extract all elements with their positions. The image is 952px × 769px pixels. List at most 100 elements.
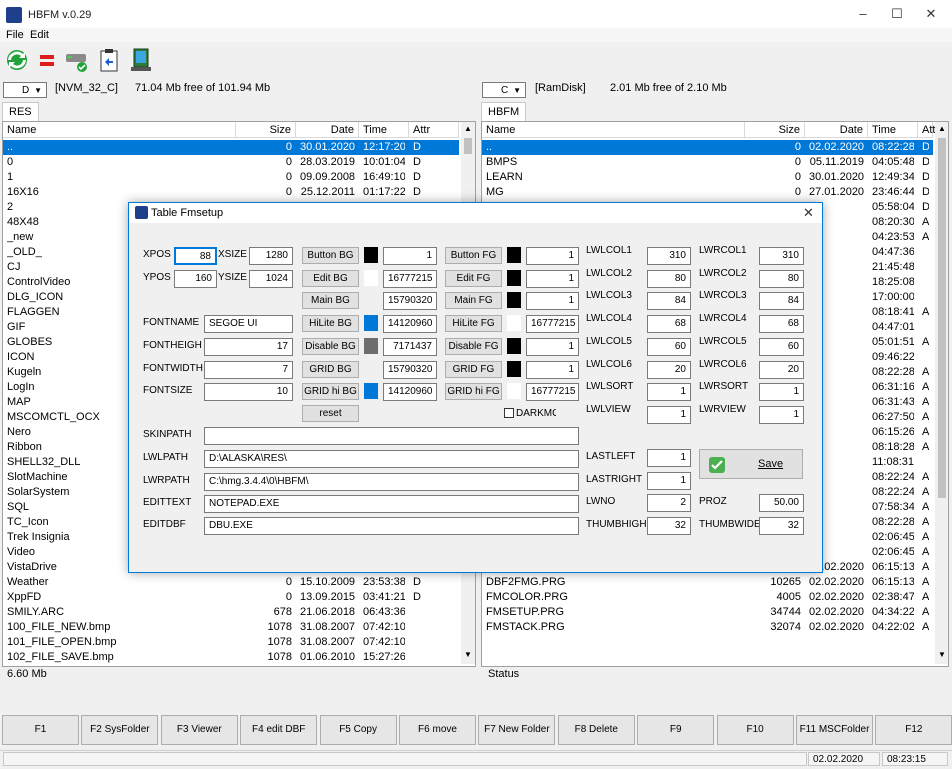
thumbhigh-field[interactable]: 32	[647, 517, 691, 535]
disable-fg-button[interactable]: Disable FG	[445, 337, 502, 355]
table-row[interactable]: FMCOLOR.PRG 4005 02.02.2020 02:38:47 A	[482, 590, 933, 605]
lwl-field-6[interactable]: 20	[647, 360, 691, 379]
right-attr-col-header[interactable]: Attr	[918, 122, 939, 138]
edit-fg-button[interactable]: Edit FG	[445, 269, 502, 287]
main-bg-field[interactable]: 15790320	[383, 292, 437, 311]
f8-delete-button[interactable]: F8 Delete	[557, 715, 635, 745]
right-time-col-header[interactable]: Time	[868, 122, 918, 138]
edit-bg-field[interactable]: 16777215	[383, 269, 437, 288]
f3-viewer-button[interactable]: F3 Viewer	[160, 715, 238, 745]
lwl-field-5[interactable]: 60	[647, 337, 691, 356]
lwno-field[interactable]: 2	[647, 494, 691, 512]
lwl-field-1[interactable]: 310	[647, 247, 691, 265]
right-date-col-header[interactable]: Date	[805, 122, 868, 138]
hilite-bg-field[interactable]: 14120960	[383, 315, 437, 334]
lastright-field[interactable]: 1	[647, 472, 691, 490]
computer-icon[interactable]	[128, 46, 154, 74]
edittext-field[interactable]: NOTEPAD.EXE	[204, 495, 579, 513]
refresh-icon[interactable]	[4, 46, 30, 74]
lwr-field-7[interactable]: 1	[759, 383, 804, 402]
left-name-col-header[interactable]: Name	[3, 122, 236, 138]
grid-bg-button[interactable]: GRID BG	[302, 360, 359, 378]
table-row[interactable]: FMSETUP.PRG 34744 02.02.2020 04:34:22 A	[482, 605, 933, 620]
table-row[interactable]: .. 0 30.01.2020 12:17:20 D	[3, 140, 459, 155]
menu-edit[interactable]: Edit	[30, 28, 49, 42]
equal-icon[interactable]	[34, 46, 60, 74]
reset-button[interactable]: reset	[302, 405, 359, 422]
f9-button[interactable]: F9	[637, 715, 715, 745]
f5-copy-button[interactable]: F5 Copy	[319, 715, 397, 745]
lwr-field-1[interactable]: 310	[759, 247, 804, 265]
proz-field[interactable]: 50.00	[759, 494, 804, 512]
darkmode-checkbox[interactable]	[504, 408, 514, 418]
right-vertical-scrollbar[interactable]: ▲ ▼	[935, 122, 948, 664]
main-fg-button[interactable]: Main FG	[445, 292, 502, 310]
table-row[interactable]: 100_FILE_NEW.bmp 1078 31.08.2007 07:42:10	[3, 620, 459, 635]
scroll-up-icon[interactable]: ▲	[464, 124, 472, 133]
lwrpath-field[interactable]: C:\hmg.3.4.4\0\HBFM\	[204, 473, 579, 491]
xpos-field[interactable]: 88	[174, 247, 217, 265]
maximize-icon[interactable]: ☐	[887, 6, 907, 24]
lwr-field-2[interactable]: 80	[759, 269, 804, 288]
right-size-col-header[interactable]: Size	[745, 122, 805, 138]
lwr-field-5[interactable]: 60	[759, 337, 804, 356]
right-name-col-header[interactable]: Name	[482, 122, 745, 138]
fontwidth-field[interactable]: 7	[204, 361, 293, 379]
close-icon[interactable]: ✕	[803, 205, 814, 221]
hilite-bg-button[interactable]: HiLite BG	[302, 315, 359, 333]
table-row[interactable]: BMPS 0 05.11.2019 04:05:48 D	[482, 155, 933, 170]
left-drive-select[interactable]: D ▼	[3, 82, 47, 98]
grid-hi-fg-field[interactable]: 16777215	[526, 383, 579, 402]
lastleft-field[interactable]: 1	[647, 449, 691, 467]
table-row[interactable]: XppFD 0 13.09.2015 03:41:21 D	[3, 590, 459, 605]
disable-bg-button[interactable]: Disable BG	[302, 337, 359, 355]
table-row[interactable]: MG 0 27.01.2020 23:46:44 D	[482, 185, 933, 200]
table-row[interactable]: Weather 0 15.10.2009 23:53:38 D	[3, 575, 459, 590]
network-drive-icon[interactable]	[64, 46, 90, 74]
button-fg-field[interactable]: 1	[526, 247, 579, 265]
button-bg-button[interactable]: Button BG	[302, 247, 359, 264]
scroll-down-icon[interactable]: ▼	[464, 650, 472, 659]
lwr-field-6[interactable]: 20	[759, 360, 804, 379]
menu-file[interactable]: File	[6, 28, 24, 42]
lwr-field-8[interactable]: 1	[759, 405, 804, 424]
hilite-fg-field[interactable]: 16777215	[526, 315, 579, 334]
disable-fg-field[interactable]: 1	[526, 337, 579, 356]
ypos-field[interactable]: 160	[174, 270, 217, 288]
table-row[interactable]: 0 0 28.03.2019 10:01:04 D	[3, 155, 459, 170]
f2-sysfolder-button[interactable]: F2 SysFolder	[81, 715, 159, 745]
lwl-field-4[interactable]: 68	[647, 315, 691, 334]
lwl-field-8[interactable]: 1	[647, 405, 691, 424]
scroll-up-icon[interactable]: ▲	[938, 124, 946, 133]
lwl-field-7[interactable]: 1	[647, 383, 691, 402]
editdbf-field[interactable]: DBU.EXE	[204, 517, 579, 535]
grid-bg-field[interactable]: 15790320	[383, 360, 437, 379]
lwr-field-4[interactable]: 68	[759, 315, 804, 334]
scroll-thumb[interactable]	[464, 138, 472, 154]
ysize-field[interactable]: 1024	[249, 270, 293, 288]
left-time-col-header[interactable]: Time	[359, 122, 409, 138]
table-row[interactable]: FMSTACK.PRG 32074 02.02.2020 04:22:02 A	[482, 620, 933, 635]
f12-button[interactable]: F12	[875, 715, 952, 745]
disable-bg-field[interactable]: 7171437	[383, 337, 437, 356]
grid-fg-button[interactable]: GRID FG	[445, 360, 502, 378]
scroll-down-icon[interactable]: ▼	[938, 650, 946, 659]
grid-hi-bg-field[interactable]: 14120960	[383, 383, 437, 402]
table-row[interactable]: 16X16 0 25.12.2011 01:17:22 D	[3, 185, 459, 200]
left-tab[interactable]: RES	[2, 102, 39, 121]
fontheigh-field[interactable]: 17	[204, 338, 293, 356]
table-row[interactable]: SMILY.ARC 678 21.06.2018 06:43:36	[3, 605, 459, 620]
grid-hi-fg-button[interactable]: GRID hi FG	[445, 383, 502, 401]
f7-new-folder-button[interactable]: F7 New Folder	[478, 715, 556, 745]
close-icon[interactable]: ✕	[921, 6, 941, 24]
scroll-thumb[interactable]	[938, 138, 946, 498]
table-row[interactable]: 101_FILE_OPEN.bmp 1078 31.08.2007 07:42:10	[3, 635, 459, 650]
skinpath-field[interactable]	[204, 427, 579, 445]
edit-fg-field[interactable]: 1	[526, 269, 579, 288]
left-attr-col-header[interactable]: Attr	[409, 122, 459, 138]
f11-mscfolder-button[interactable]: F11 MSCFolder	[796, 715, 873, 745]
f10-button[interactable]: F10	[716, 715, 794, 745]
f1-button[interactable]: F1	[2, 715, 79, 745]
lwl-field-2[interactable]: 80	[647, 269, 691, 288]
table-row[interactable]: DBF2FMG.PRG 10265 02.02.2020 06:15:13 A	[482, 575, 933, 590]
